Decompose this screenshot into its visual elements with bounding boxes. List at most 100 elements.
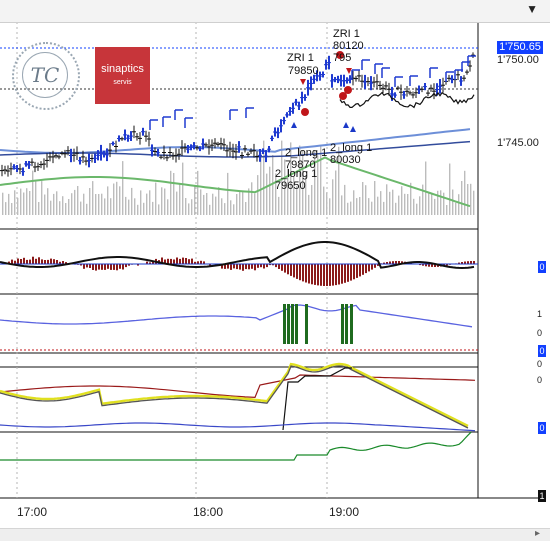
- histogram-bar: [326, 264, 328, 286]
- volume-bar: [380, 191, 381, 215]
- volume-bar: [77, 186, 78, 215]
- price-bar: [382, 68, 390, 78]
- cumulative-line-green: [0, 432, 471, 460]
- volume-bar: [47, 188, 48, 215]
- volume-bar: [146, 194, 147, 215]
- volume-bar: [425, 162, 426, 216]
- price-bar: [144, 131, 148, 142]
- annotation-label: 79650: [275, 180, 306, 192]
- price-bar: [441, 78, 445, 93]
- volume-bar: [344, 185, 345, 215]
- histogram-bar: [293, 264, 295, 277]
- time-axis-label: 18:00: [193, 505, 223, 519]
- price-bar: [438, 79, 442, 94]
- volume-bar: [434, 199, 435, 215]
- price-bar: [237, 141, 241, 153]
- price-bar: [147, 132, 151, 147]
- indicator-axis-label: 1: [537, 309, 542, 319]
- price-bar: [163, 117, 171, 127]
- volume-bar: [110, 198, 111, 215]
- volume-bar: [266, 174, 267, 215]
- price-bar: [225, 145, 229, 157]
- volume-bar: [194, 185, 195, 215]
- price-bar: [129, 131, 133, 141]
- sinaptics-logo: sinaptics servis: [95, 47, 150, 104]
- price-bar: [216, 142, 220, 147]
- price-bar: [447, 75, 451, 82]
- volume-bar: [74, 190, 75, 215]
- annotation-label: ZRI 1: [287, 52, 314, 64]
- histogram-bar: [245, 264, 247, 269]
- trading-chart[interactable]: [0, 0, 550, 540]
- volume-bar: [359, 197, 360, 215]
- volume-bar: [41, 181, 42, 215]
- histogram-bar: [191, 259, 193, 264]
- volume-bar: [152, 202, 153, 215]
- volume-bar: [356, 198, 357, 215]
- volume-bar: [377, 197, 378, 215]
- histogram-bar: [248, 264, 250, 269]
- price-bar: [369, 76, 373, 90]
- price-bar: [282, 117, 286, 125]
- price-bar: [294, 99, 298, 106]
- histogram-bar: [356, 264, 358, 278]
- volume-bar: [128, 200, 129, 215]
- volume-bar: [254, 194, 255, 216]
- price-bar: [366, 77, 370, 86]
- volume-bar: [386, 184, 387, 215]
- price-bar: [150, 120, 158, 130]
- price-bar: [297, 102, 301, 110]
- volume-bar: [170, 171, 171, 215]
- histogram-bar: [116, 264, 118, 270]
- volume-bar: [470, 184, 471, 215]
- price-bar: [426, 90, 430, 96]
- volume-bar: [200, 189, 201, 215]
- logo-brand-sub: servis: [95, 79, 150, 86]
- volume-bar: [125, 197, 126, 215]
- price-bar: [471, 52, 475, 58]
- volume-bar: [65, 203, 66, 215]
- histogram-bar: [362, 264, 364, 275]
- chevron-down-icon[interactable]: ▼: [526, 2, 538, 16]
- price-bar: [327, 56, 331, 70]
- volume-bar: [197, 171, 198, 215]
- price-bar: [138, 132, 142, 145]
- price-bar: [279, 119, 283, 132]
- price-bar: [141, 128, 145, 136]
- histogram-bar: [314, 264, 316, 285]
- histogram-bar: [254, 264, 256, 270]
- histogram-bar: [290, 264, 292, 276]
- price-bar: [306, 80, 310, 96]
- horizontal-scrollbar[interactable]: ▸: [0, 528, 550, 541]
- volume-bar: [362, 182, 363, 215]
- price-bar: [45, 153, 49, 167]
- indicator-line-blue: [0, 305, 472, 327]
- volume-bar: [389, 192, 390, 215]
- histogram-bar: [317, 264, 319, 285]
- volume-bar: [119, 186, 120, 215]
- price-bar: [36, 163, 40, 171]
- volume-bar: [260, 153, 261, 215]
- histogram-bar: [305, 264, 307, 283]
- price-bar: [84, 157, 88, 166]
- histogram-bar: [56, 260, 58, 264]
- scroll-right-icon[interactable]: ▸: [535, 528, 540, 539]
- price-bar: [9, 163, 13, 176]
- volume-bar: [14, 190, 15, 215]
- volume-bar: [155, 183, 156, 215]
- volume-bar: [239, 192, 240, 216]
- volume-bar: [11, 203, 12, 215]
- volume-bar: [233, 204, 234, 215]
- price-bar: [285, 112, 289, 117]
- price-bar: [87, 154, 91, 168]
- histogram-bar: [251, 264, 253, 269]
- price-bar: [228, 142, 232, 157]
- price-bar: [3, 166, 7, 174]
- histogram-bar: [83, 264, 85, 269]
- volume-bar: [59, 201, 60, 215]
- volume-bar: [143, 203, 144, 215]
- histogram-bar: [89, 264, 91, 268]
- price-bar: [395, 77, 403, 87]
- histogram-bar: [119, 264, 121, 269]
- price-bar: [468, 56, 476, 66]
